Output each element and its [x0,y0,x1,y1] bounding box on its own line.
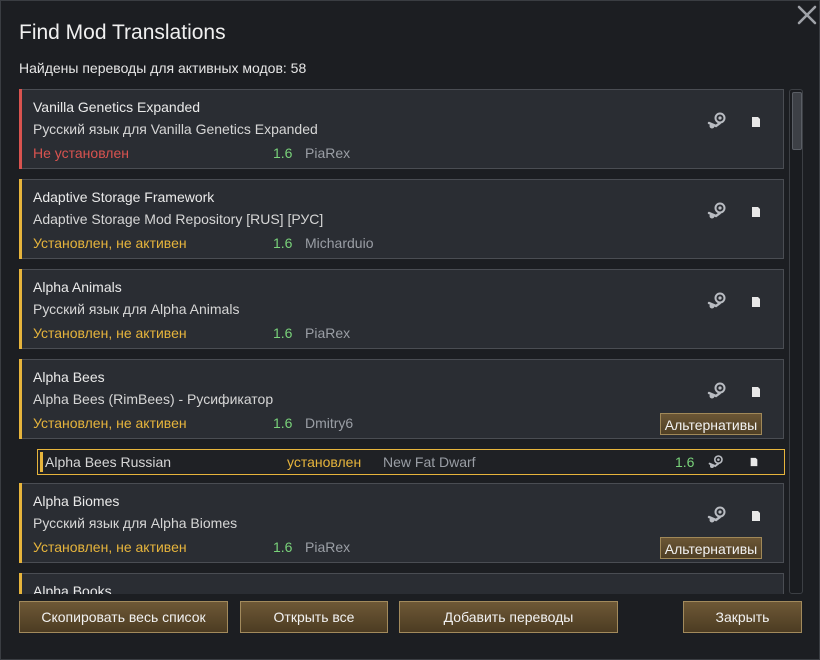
steam-workshop-icon[interactable] [707,111,727,131]
steam-workshop-icon[interactable] [707,291,727,311]
file-icon[interactable] [750,510,762,522]
file-icon[interactable] [749,457,759,467]
author-label: Micharduio [305,235,374,251]
copy-all-button[interactable]: Скопировать весь список [19,601,228,633]
translation-name: Русский язык для Alpha Animals [33,301,240,317]
file-icon[interactable] [750,386,762,398]
status-accent [19,89,22,169]
alternatives-button[interactable]: Альтернативы [660,537,762,559]
author-label: PiaRex [305,325,351,341]
add-translations-button[interactable]: Добавить переводы [399,601,618,633]
mod-name: Alpha Books [33,583,112,594]
mod-name: Alpha Bees [33,369,105,385]
mod-name: Adaptive Storage Framework [33,189,215,205]
file-icon[interactable] [750,116,762,128]
alternatives-button[interactable]: Альтернативы [660,413,762,435]
translation-name: Русский язык для Alpha Biomes [33,515,238,531]
steam-workshop-icon[interactable] [707,381,727,401]
steam-workshop-icon[interactable] [708,454,724,470]
install-status: Не установлен [33,145,129,161]
alternative-version: 1.6 [675,454,695,470]
version-label: 1.6 [273,325,293,341]
scrollbar-thumb[interactable] [792,92,802,150]
author-label: PiaRex [305,539,351,555]
alternative-status: установлен [287,454,362,470]
alternative-translation-row[interactable]: Alpha Bees Russian установлен New Fat Dw… [37,449,785,475]
open-all-button[interactable]: Открыть все [240,601,388,633]
status-accent [19,573,22,594]
version-label: 1.6 [273,235,293,251]
translation-name: Alpha Bees (RimBees) - Русификатор [33,391,274,407]
version-label: 1.6 [273,145,293,161]
author-label: Dmitry6 [305,415,354,431]
alternative-name: Alpha Bees Russian [45,454,172,470]
mod-entry: Adaptive Storage Framework Adaptive Stor… [19,179,784,259]
mod-entry: Alpha Biomes Русский язык для Alpha Biom… [19,483,784,563]
install-status: Установлен, не активен [33,415,187,431]
found-translations-count: Найдены переводы для активных модов: 58 [19,60,307,76]
close-icon[interactable] [795,3,819,27]
list-scrollbar[interactable] [789,89,803,594]
status-accent [19,483,22,563]
alternative-author: New Fat Dwarf [383,454,476,470]
translation-name: Adaptive Storage Mod Repository [RUS] [Р… [33,211,324,227]
status-accent [19,269,22,349]
close-button[interactable]: Закрыть [683,601,802,633]
status-accent [19,179,22,259]
mod-entry: Alpha Animals Русский язык для Alpha Ani… [19,269,784,349]
version-label: 1.6 [273,539,293,555]
mod-entry: Alpha Bees Alpha Bees (RimBees) - Русифи… [19,359,784,439]
status-accent [19,359,22,439]
dialog-title: Find Mod Translations [19,21,226,44]
author-label: PiaRex [305,145,351,161]
mod-name: Alpha Biomes [33,493,120,509]
install-status: Установлен, не активен [33,235,187,251]
translation-name: Русский язык для Vanilla Genetics Expand… [33,121,318,137]
find-mod-translations-dialog: Find Mod Translations Найдены переводы д… [0,0,820,660]
steam-workshop-icon[interactable] [707,201,727,221]
mod-name: Alpha Animals [33,279,122,295]
version-label: 1.6 [273,415,293,431]
mod-entry: Vanilla Genetics Expanded Русский язык д… [19,89,784,169]
steam-workshop-icon[interactable] [707,505,727,525]
install-status: Установлен, не активен [33,325,187,341]
mod-name: Vanilla Genetics Expanded [33,99,201,115]
translations-list: Vanilla Genetics Expanded Русский язык д… [19,89,785,594]
mod-entry: Alpha Books [19,573,784,594]
status-accent [40,452,43,472]
file-icon[interactable] [750,296,762,308]
install-status: Установлен, не активен [33,539,187,555]
file-icon[interactable] [750,206,762,218]
